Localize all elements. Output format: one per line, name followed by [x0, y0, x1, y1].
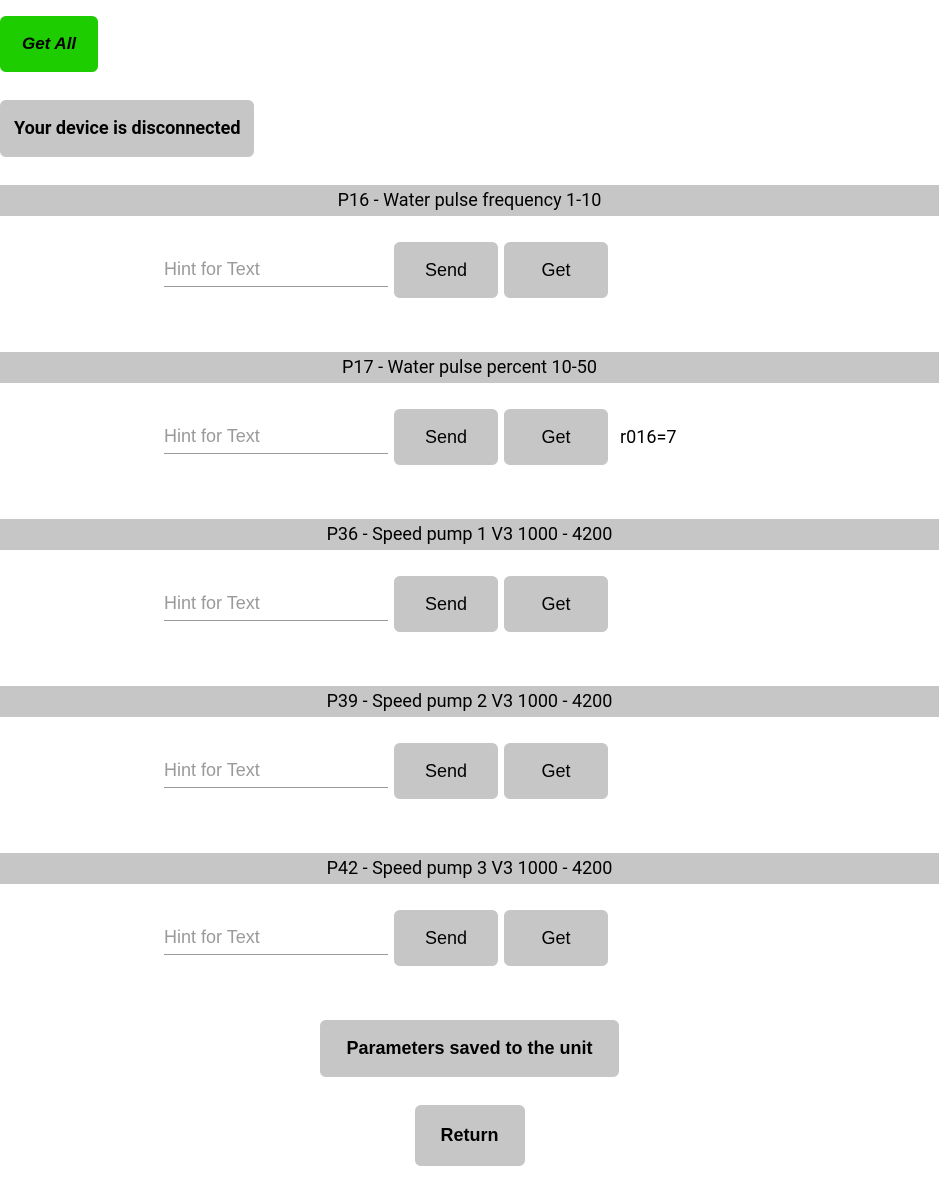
- param-input-p42[interactable]: [164, 921, 388, 955]
- param-row-p17: Send Get r016=7: [0, 383, 939, 491]
- footer: Parameters saved to the unit Return: [0, 1020, 939, 1186]
- param-input-p16[interactable]: [164, 253, 388, 287]
- param-input-p17[interactable]: [164, 420, 388, 454]
- param-row-p16: Send Get: [0, 216, 939, 324]
- return-button[interactable]: Return: [415, 1105, 525, 1166]
- param-header-p42: P42 - Speed pump 3 V3 1000 - 4200: [0, 853, 939, 884]
- param-row-p42: Send Get: [0, 884, 939, 992]
- param-readout-p17: r016=7: [620, 427, 676, 448]
- param-row-p36: Send Get: [0, 550, 939, 658]
- param-header-p36: P36 - Speed pump 1 V3 1000 - 4200: [0, 519, 939, 550]
- parameters-saved-button[interactable]: Parameters saved to the unit: [320, 1020, 618, 1077]
- param-header-p17: P17 - Water pulse percent 10-50: [0, 352, 939, 383]
- get-all-button[interactable]: Get All: [0, 16, 98, 72]
- get-button-p17[interactable]: Get: [504, 409, 608, 465]
- param-input-p36[interactable]: [164, 587, 388, 621]
- get-button-p42[interactable]: Get: [504, 910, 608, 966]
- param-header-p16: P16 - Water pulse frequency 1-10: [0, 185, 939, 216]
- param-input-p39[interactable]: [164, 754, 388, 788]
- send-button-p39[interactable]: Send: [394, 743, 498, 799]
- get-button-p39[interactable]: Get: [504, 743, 608, 799]
- get-button-p36[interactable]: Get: [504, 576, 608, 632]
- send-button-p17[interactable]: Send: [394, 409, 498, 465]
- send-button-p42[interactable]: Send: [394, 910, 498, 966]
- send-button-p36[interactable]: Send: [394, 576, 498, 632]
- get-button-p16[interactable]: Get: [504, 242, 608, 298]
- param-row-p39: Send Get: [0, 717, 939, 825]
- send-button-p16[interactable]: Send: [394, 242, 498, 298]
- param-header-p39: P39 - Speed pump 2 V3 1000 - 4200: [0, 686, 939, 717]
- connection-status: Your device is disconnected: [0, 100, 254, 157]
